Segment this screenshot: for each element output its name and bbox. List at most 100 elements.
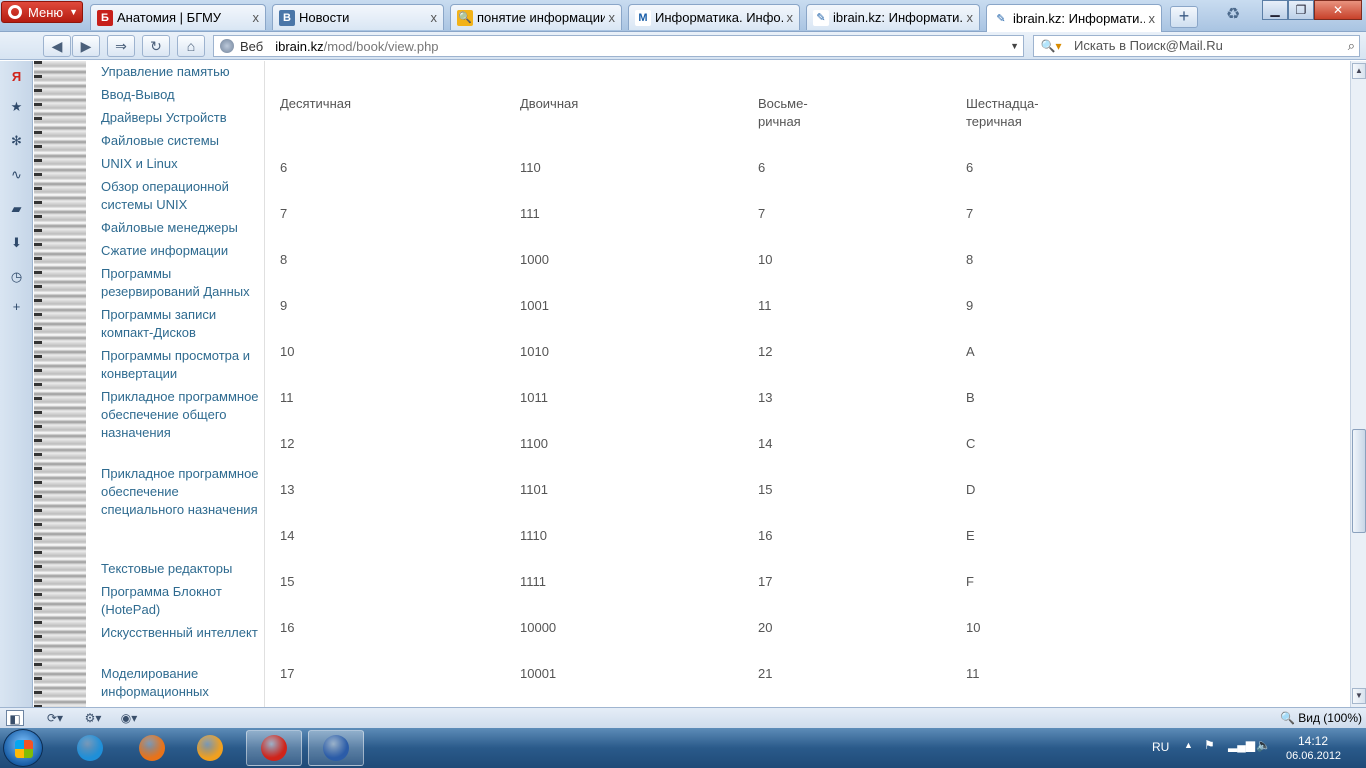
reload-icon: ↻ xyxy=(150,38,162,54)
taskbar-app-button[interactable] xyxy=(246,730,302,766)
home-button[interactable]: ⌂ xyxy=(177,35,205,57)
table-cell: 11 xyxy=(280,390,294,405)
maximize-button[interactable]: ❐ xyxy=(1288,0,1314,20)
close-tab-icon[interactable]: x xyxy=(431,10,438,25)
scroll-thumb[interactable] xyxy=(1352,429,1366,533)
table-cell: 10 xyxy=(966,620,981,635)
unite-status-icon[interactable]: ◉▾ xyxy=(112,710,146,726)
nav-link[interactable]: Моделирование информационных xyxy=(101,665,261,701)
nav-link[interactable]: Прикладное программное обеспечение специ… xyxy=(101,465,261,519)
opera-logo-icon xyxy=(8,5,22,19)
table-cell: 16 xyxy=(280,620,295,635)
table-cell: 8 xyxy=(280,252,288,267)
search-engine-selector[interactable]: 🔍▾ xyxy=(1033,35,1069,57)
nav-link[interactable]: Обзор операционной системы UNIX xyxy=(101,178,261,214)
table-cell: 7 xyxy=(280,206,288,221)
table-cell: 1101 xyxy=(520,482,548,497)
clock-time[interactable]: 14:12 xyxy=(1298,734,1328,748)
unite-icon[interactable]: ∿ xyxy=(7,165,26,184)
vertical-scrollbar[interactable]: ▲ ▼ xyxy=(1350,61,1366,707)
clock-date[interactable]: 06.06.2012 xyxy=(1286,750,1341,762)
table-cell: 15 xyxy=(758,482,773,497)
nav-link[interactable]: Текстовые редакторы xyxy=(101,560,261,578)
nav-link[interactable]: Управление памятью xyxy=(101,63,261,81)
taskbar-app-button[interactable] xyxy=(308,730,364,766)
tray-expand-icon[interactable]: ▲ xyxy=(1184,740,1193,750)
close-window-button[interactable]: ✕ xyxy=(1314,0,1362,20)
table-cell: 6 xyxy=(280,160,288,175)
nav-link[interactable]: Программа Блокнот (HotePad) xyxy=(101,583,261,619)
downloads-icon[interactable]: ⬇ xyxy=(7,233,26,252)
yandex-icon[interactable]: Я xyxy=(7,67,26,86)
tab-2[interactable]: В Новости x xyxy=(272,4,444,30)
tab-3[interactable]: 🔍 понятие информации... x xyxy=(450,4,622,30)
ibrain-favicon-icon: ✎ xyxy=(813,9,829,26)
scroll-down-button[interactable]: ▼ xyxy=(1352,688,1366,704)
nav-link[interactable]: Файловые менеджеры xyxy=(101,219,261,237)
close-tab-icon[interactable]: x xyxy=(1149,11,1156,26)
forward-button[interactable]: ▶ xyxy=(72,35,100,57)
nav-link[interactable]: Искусственный интеллект xyxy=(101,624,261,642)
search-input[interactable]: Искать в Поиск@Mail.Ru ⌕ xyxy=(1068,35,1360,57)
reload-button[interactable]: ↻ xyxy=(142,35,170,57)
opera-menu-button[interactable]: Меню ▼ xyxy=(1,1,83,23)
turbo-icon[interactable]: ⚙▾ xyxy=(78,710,108,726)
zoom-control[interactable]: 🔍 Вид (100%) xyxy=(1280,710,1362,726)
table-cell: 1110 xyxy=(520,528,547,543)
firefox-icon xyxy=(139,735,165,761)
taskbar-app-button[interactable] xyxy=(62,730,118,766)
table-cell: 10 xyxy=(280,344,295,359)
nav-link[interactable]: Ввод-Вывод xyxy=(101,86,261,104)
bookmarks-icon[interactable]: ★ xyxy=(7,97,26,116)
table-cell: 8 xyxy=(966,252,974,267)
history-icon[interactable]: ◷ xyxy=(7,267,26,286)
close-tab-icon[interactable]: x xyxy=(609,10,616,25)
close-tab-icon[interactable]: x xyxy=(253,10,260,25)
minimize-button[interactable]: ▁ xyxy=(1262,0,1288,20)
tab-6[interactable]: ✎ ibrain.kz: Информати... x xyxy=(986,4,1162,32)
fast-forward-button[interactable]: ⇒ xyxy=(107,35,135,57)
nav-link[interactable]: Программы записи компакт-Дисков xyxy=(101,306,261,342)
language-indicator[interactable]: RU xyxy=(1152,740,1169,754)
tab-1[interactable]: Б Анатомия | БГМУ x xyxy=(90,4,266,30)
nav-link[interactable]: Сжатие информации xyxy=(101,242,261,260)
nav-link[interactable]: Драйверы Устройств xyxy=(101,109,261,127)
notes-icon[interactable]: ▰ xyxy=(7,199,26,218)
nav-link[interactable]: Файловые системы xyxy=(101,132,261,150)
search-icon[interactable]: ⌕ xyxy=(1348,36,1355,56)
nav-link[interactable]: Прикладное программное обеспечение общег… xyxy=(101,388,261,442)
new-tab-button[interactable]: + xyxy=(1170,6,1198,28)
taskbar-app-button[interactable] xyxy=(124,730,180,766)
web-label: Веб xyxy=(240,38,264,54)
widgets-icon[interactable]: ✻ xyxy=(7,131,26,150)
trash-icon[interactable]: ♻ xyxy=(1222,4,1244,26)
tab-4[interactable]: M Информатика. Инфо... x xyxy=(628,4,800,30)
table-cell: E xyxy=(966,528,975,543)
back-button[interactable]: ◀ xyxy=(43,35,71,57)
add-panel-icon[interactable]: + xyxy=(7,297,26,316)
table-cell: 6 xyxy=(758,160,766,175)
url-field[interactable]: Веб ibrain.kz /mod/book/view.php ▼ xyxy=(213,35,1024,57)
start-button[interactable] xyxy=(3,729,43,767)
action-center-flag-icon[interactable]: ⚑ xyxy=(1204,738,1215,752)
table-cell: 11 xyxy=(966,666,980,681)
table-cell: D xyxy=(966,482,976,497)
scroll-up-button[interactable]: ▲ xyxy=(1352,63,1366,79)
table-cell: 17 xyxy=(758,574,773,589)
tab-5[interactable]: ✎ ibrain.kz: Информати... x xyxy=(806,4,980,30)
taskbar-app-button[interactable] xyxy=(182,730,238,766)
nav-link[interactable]: Программы резервирований Данных xyxy=(101,265,261,301)
nav-link[interactable]: Программы просмотра и конвертации xyxy=(101,347,261,383)
m-favicon-icon: M xyxy=(635,9,651,26)
volume-icon[interactable]: 🔈 xyxy=(1256,738,1271,752)
close-tab-icon[interactable]: x xyxy=(967,10,974,25)
table-cell: 16 xyxy=(758,528,773,543)
nav-link[interactable]: UNIX и Linux xyxy=(101,155,261,173)
close-tab-icon[interactable]: x xyxy=(787,10,794,25)
sync-icon[interactable]: ⟳▾ xyxy=(40,710,70,726)
url-dropdown-icon[interactable]: ▼ xyxy=(1010,41,1019,51)
tab-label: ibrain.kz: Информати... xyxy=(1013,11,1145,26)
panel-toggle-icon[interactable]: ◧ xyxy=(6,710,24,726)
table-cell: 15 xyxy=(280,574,295,589)
network-signal-icon[interactable]: ▂▄▆ xyxy=(1228,738,1255,752)
